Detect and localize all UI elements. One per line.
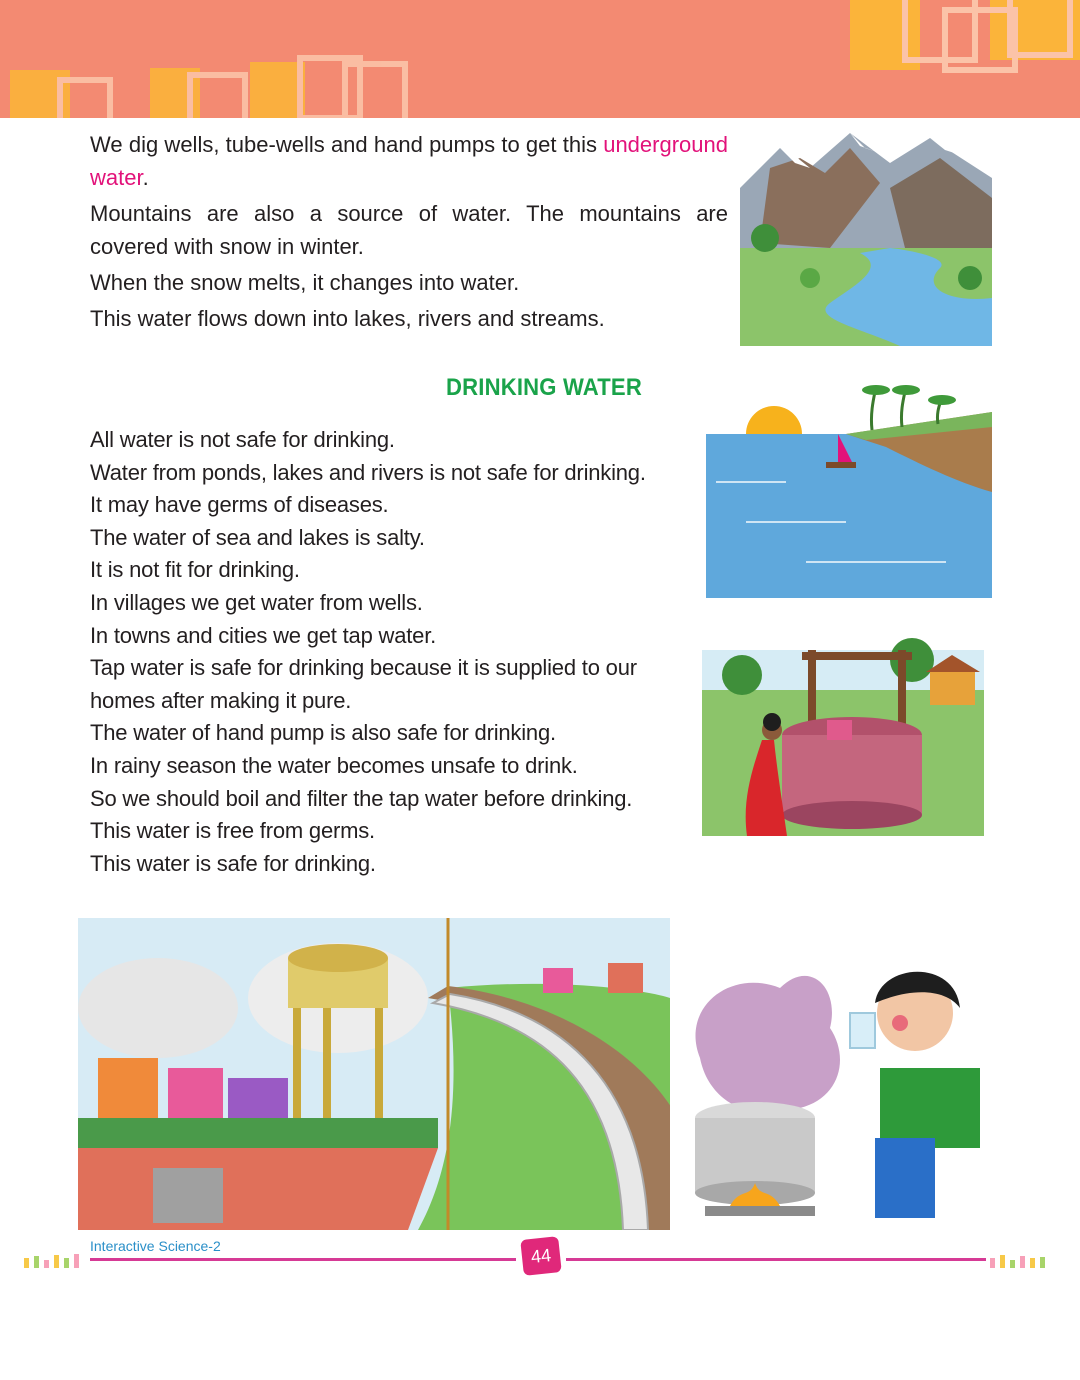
page-number: 44 (520, 1236, 562, 1276)
header-banner (0, 0, 1080, 118)
drinking-line: homes after making it pure. (90, 687, 352, 713)
drinking-line: Tap water is safe for drinking because i… (90, 655, 637, 681)
footer-line-left (90, 1258, 516, 1261)
footer-line-right (566, 1258, 986, 1261)
drinking-line: It is not fit for drinking. (90, 557, 300, 583)
drinking-line: This water is safe for drinking. (90, 850, 376, 876)
intro-paragraph-mountains: Mountains are also a source of water. Th… (90, 201, 728, 259)
mountain-river-illustration (740, 128, 992, 346)
book-title: Interactive Science-2 (90, 1238, 221, 1254)
intro-text: We dig wells, tube-wells and hand pumps … (90, 128, 728, 338)
drinking-line: The water of sea and lakes is salty. (90, 524, 425, 550)
banner-decoration (10, 0, 1080, 118)
drinking-line: The water of hand pump is also safe for … (90, 720, 556, 746)
drinking-line: So we should boil and filter the tap wat… (90, 785, 633, 811)
intro-paragraph-flow: This water flows down into lakes, rivers… (90, 306, 605, 331)
well-illustration (702, 630, 984, 836)
intro-wells-text: We dig wells, tube-wells and hand pumps … (90, 132, 597, 157)
intro-paragraph-wells: We dig wells, tube-wells and hand pumps … (90, 128, 728, 194)
drinking-water-text: All water is not safe for drinking. Wate… (90, 424, 710, 880)
footer-decoration-left (24, 1254, 79, 1268)
drinking-line: Water from ponds, lakes and rivers is no… (90, 459, 646, 485)
footer-decoration-right (990, 1255, 1045, 1268)
drinking-line: In villages we get water from wells. (90, 589, 423, 615)
intro-paragraph-snow: When the snow melts, it changes into wat… (90, 270, 520, 295)
drinking-line: It may have germs of diseases. (90, 492, 389, 518)
section-heading-drinking-water: DRINKING WATER (446, 374, 642, 401)
drinking-line: This water is free from germs. (90, 818, 375, 844)
intro-wells-end: . (142, 165, 149, 190)
drinking-line: In towns and cities we get tap water. (90, 622, 437, 648)
boiling-drinking-illustration (670, 948, 990, 1226)
drinking-line: All water is not safe for drinking. (90, 427, 395, 452)
water-supply-illustration (78, 918, 670, 1230)
drinking-line: In rainy season the water becomes unsafe… (90, 752, 578, 778)
sea-illustration (686, 382, 992, 598)
